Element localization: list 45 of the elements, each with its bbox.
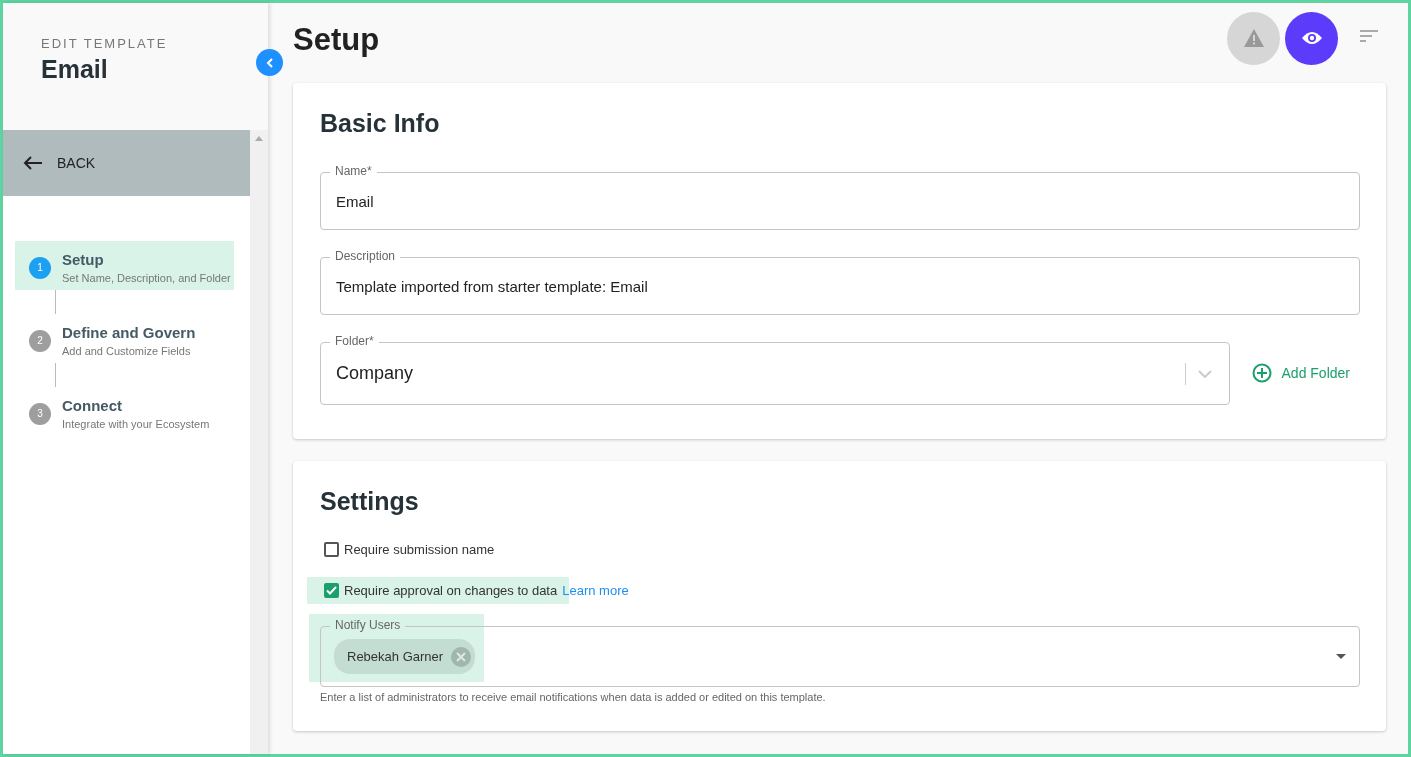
warning-icon <box>1243 29 1264 47</box>
step-number: 2 <box>29 329 51 352</box>
step-number: 3 <box>29 402 51 425</box>
eye-icon <box>1300 31 1323 45</box>
section-heading: Basic Info <box>320 109 441 138</box>
warning-button[interactable] <box>1227 11 1280 65</box>
checkbox[interactable] <box>324 542 339 557</box>
field-label: Description <box>330 249 401 264</box>
checkbox[interactable] <box>324 583 339 598</box>
text-field[interactable]: Name* Email <box>320 164 1360 230</box>
sort-icon[interactable] <box>1360 29 1378 43</box>
text-field[interactable]: Description Template imported from starter template: Email <box>320 249 1360 315</box>
chevron-down-icon <box>1197 369 1212 378</box>
step-title: Setup <box>62 251 105 268</box>
step-item[interactable]: 2 Define and Govern Add and Customize Fields <box>15 314 234 363</box>
section-heading: Settings <box>320 487 420 516</box>
step-number: 1 <box>29 256 51 279</box>
step-subtitle: Integrate with your Ecosystem <box>62 418 210 430</box>
scroll-up-icon[interactable] <box>255 136 263 141</box>
step-subtitle: Set Name, Description, and Folder <box>62 272 231 284</box>
page-title: Setup <box>293 22 381 58</box>
plus-circle-icon <box>1251 363 1272 383</box>
folder-select[interactable]: Folder* Company <box>320 334 1230 405</box>
field-label: Notify Users <box>330 618 406 633</box>
step-subtitle: Add and Customize Fields <box>62 345 192 357</box>
dropdown-icon[interactable] <box>1336 654 1346 659</box>
back-button[interactable]: BACK <box>3 130 250 196</box>
checkbox-label: Require approval on changes to data <box>344 583 558 598</box>
helper-text: Enter a list of administrators to receive email notifications when data is added or edited on this template. <box>320 691 827 703</box>
checkbox-label: Require submission name <box>344 542 495 557</box>
step-title: Define and Govern <box>62 324 196 341</box>
step-item[interactable]: 1 Setup Set Name, Description, and Folder <box>15 241 234 290</box>
arrow-left-icon <box>23 156 43 170</box>
field-value: Template imported from starter template: Email <box>336 277 648 295</box>
collapse-button[interactable] <box>256 49 283 76</box>
remove-icon[interactable] <box>451 646 472 667</box>
notify-users-field[interactable]: Notify Users Rebekah Garner <box>320 618 1360 687</box>
field-value: Company <box>336 363 414 384</box>
user-chip[interactable]: Rebekah Garner <box>334 639 476 674</box>
preview-button[interactable] <box>1285 11 1338 65</box>
step-title: Connect <box>62 397 123 414</box>
field-value: Email <box>336 192 374 210</box>
step-item[interactable]: 3 Connect Integrate with your Ecosystem <box>15 387 234 436</box>
sidebar-title: Email <box>41 55 109 84</box>
sidebar-overline: EDIT TEMPLATE <box>41 36 169 51</box>
